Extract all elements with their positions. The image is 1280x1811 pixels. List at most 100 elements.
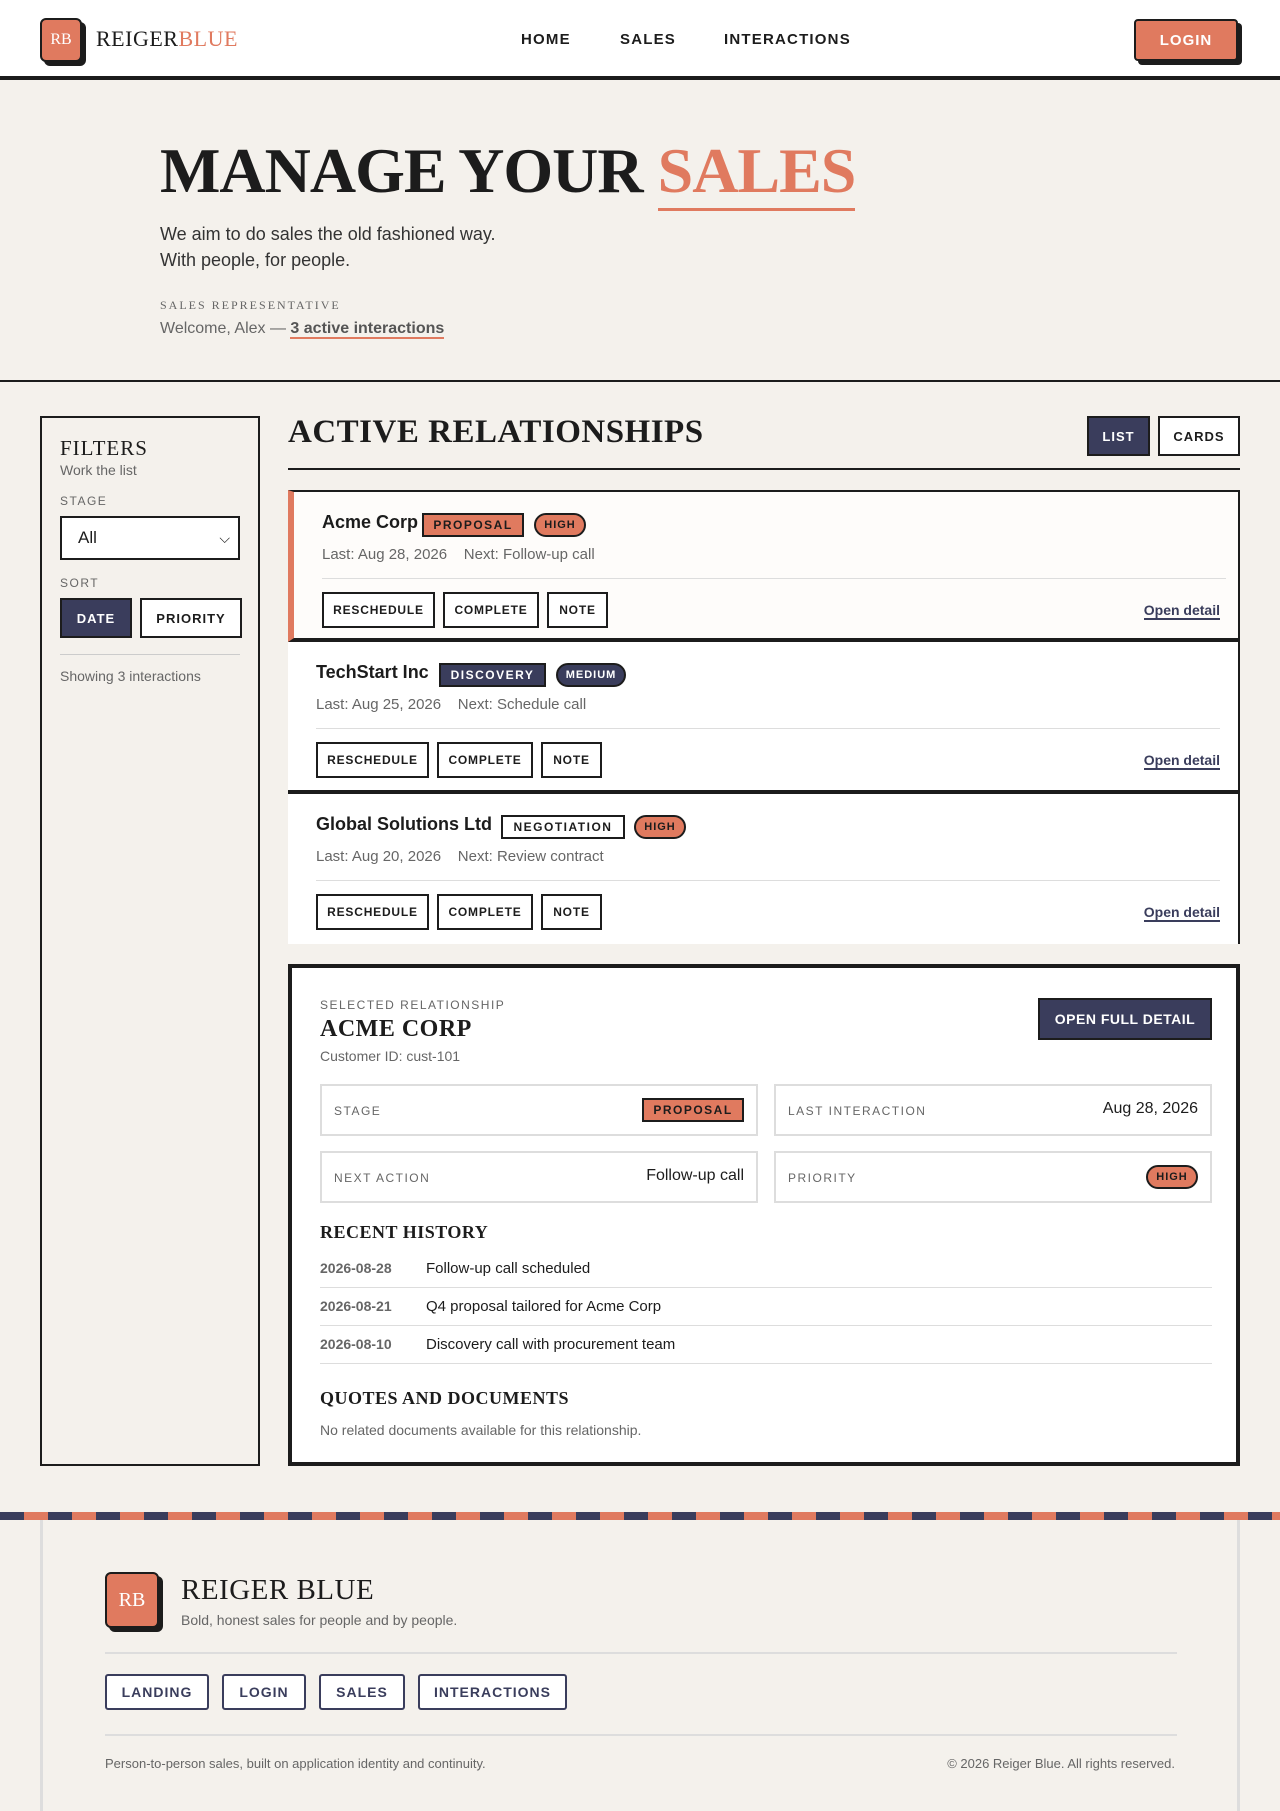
nav-interactions[interactable]: INTERACTIONS: [724, 31, 851, 48]
stage-select-value: All: [78, 528, 97, 547]
filters-divider: [60, 654, 240, 655]
priority-pill: MEDIUM: [556, 663, 626, 687]
priority-pill: HIGH: [1146, 1165, 1198, 1189]
relationship-card[interactable]: Global Solutions Ltd NEGOTIATION HIGH La…: [288, 794, 1240, 944]
history-date: 2026-08-21: [320, 1298, 392, 1314]
footer-note: Person-to-person sales, built on applica…: [105, 1756, 486, 1771]
footer-link-login[interactable]: LOGIN: [222, 1674, 306, 1710]
filters-subtitle: Work the list: [60, 462, 137, 478]
complete-button[interactable]: COMPLETE: [437, 742, 533, 778]
detail-name: ACME CORP: [320, 1016, 472, 1042]
reschedule-button[interactable]: RESCHEDULE: [316, 742, 429, 778]
history-row: 2026-08-10 Discovery call with procureme…: [320, 1326, 1212, 1364]
logo-mark-text: RB: [50, 31, 72, 48]
view-cards-button[interactable]: CARDS: [1158, 416, 1240, 456]
reschedule-button[interactable]: RESCHEDULE: [322, 592, 435, 628]
hero-title-accent: SALES: [657, 135, 856, 211]
active-interactions-link[interactable]: 3 active interactions: [290, 320, 445, 339]
stage-field: STAGE PROPOSAL: [320, 1084, 758, 1136]
open-detail-link[interactable]: Open detail: [1143, 904, 1220, 922]
relationship-card[interactable]: Acme Corp PROPOSAL HIGH Last: Aug 28, 20…: [288, 490, 1240, 642]
stage-badge: PROPOSAL: [642, 1098, 744, 1122]
footer-link-interactions[interactable]: INTERACTIONS: [418, 1674, 567, 1710]
next-action-value: Follow-up call: [646, 1167, 744, 1184]
footer: RB REIGER BLUE Bold, honest sales for pe…: [40, 1520, 1240, 1811]
priority-label: PRIORITY: [788, 1171, 857, 1185]
sort-date-button[interactable]: DATE: [60, 598, 132, 638]
history-date: 2026-08-10: [320, 1336, 392, 1352]
next-action-label: NEXT ACTION: [334, 1171, 431, 1185]
open-detail-link[interactable]: Open detail: [1143, 602, 1220, 620]
nav-sales[interactable]: SALES: [620, 31, 676, 48]
hero-title: MANAGE YOUR SALES: [160, 134, 856, 211]
detail-eyebrow: SELECTED RELATIONSHIP: [320, 998, 506, 1012]
stage-label: STAGE: [60, 494, 108, 508]
history-text: Discovery call with procurement team: [426, 1336, 676, 1353]
card-divider: [316, 728, 1220, 729]
priority-field: PRIORITY HIGH: [774, 1151, 1212, 1203]
hero-subtitle-line2: With people, for people.: [160, 250, 351, 270]
note-button[interactable]: NOTE: [547, 592, 608, 628]
nav-home[interactable]: HOME: [521, 31, 571, 48]
note-button[interactable]: NOTE: [541, 894, 602, 930]
last-interaction-label: LAST INTERACTION: [788, 1104, 927, 1118]
stage-badge: DISCOVERY: [439, 663, 546, 687]
history-row: 2026-08-21 Q4 proposal tailored for Acme…: [320, 1288, 1212, 1326]
customer-id: Customer ID: cust-101: [320, 1048, 461, 1064]
footer-logo-text: RB: [118, 1588, 146, 1611]
brand-name[interactable]: REIGERBLUE: [96, 26, 238, 52]
stage-select[interactable]: All ⌵: [60, 516, 240, 560]
open-full-detail-button[interactable]: OPEN FULL DETAIL: [1038, 998, 1212, 1040]
footer-rule: [105, 1652, 1177, 1654]
hero-subtitle-line1: We aim to do sales the old fashioned way…: [160, 224, 496, 244]
section-divider: [0, 380, 1280, 382]
stage-badge: PROPOSAL: [422, 513, 524, 537]
footer-stripe: [0, 1512, 1280, 1520]
sort-priority-button[interactable]: PRIORITY: [140, 598, 242, 638]
relationship-name: TechStart Inc: [316, 662, 429, 682]
login-button[interactable]: LOGIN: [1134, 19, 1238, 61]
complete-button[interactable]: COMPLETE: [437, 894, 533, 930]
footer-logo-mark: RB: [105, 1572, 159, 1628]
priority-pill: HIGH: [634, 815, 686, 839]
filters-title: FILTERS: [60, 436, 148, 460]
footer-tagline: Bold, honest sales for people and by peo…: [181, 1612, 458, 1628]
open-detail-link[interactable]: Open detail: [1143, 752, 1220, 770]
welcome-text: Welcome, Alex —: [160, 320, 286, 337]
relationship-name: Acme Corp: [322, 512, 419, 532]
note-button[interactable]: NOTE: [541, 742, 602, 778]
top-navbar: RB REIGERBLUE HOME SALES INTERACTIONS LO…: [0, 0, 1280, 80]
quotes-documents-title: QUOTES AND DOCUMENTS: [320, 1388, 570, 1408]
complete-button[interactable]: COMPLETE: [443, 592, 539, 628]
footer-rule: [105, 1734, 1177, 1736]
card-divider: [316, 880, 1220, 881]
next-action-field: NEXT ACTION Follow-up call: [320, 1151, 758, 1203]
brand-name-part1: REIGER: [96, 26, 179, 51]
priority-pill: HIGH: [534, 513, 586, 537]
footer-brand-name: REIGER BLUE: [181, 1574, 375, 1606]
selected-relationship-panel: SELECTED RELATIONSHIP ACME CORP Customer…: [288, 964, 1240, 1466]
brand-name-part2: BLUE: [178, 26, 238, 51]
history-text: Q4 proposal tailored for Acme Corp: [426, 1298, 662, 1315]
relationship-meta: Last: Aug 20, 2026 Next: Review contract: [316, 848, 604, 865]
footer-link-landing[interactable]: LANDING: [105, 1674, 209, 1710]
relationship-meta: Last: Aug 28, 2026 Next: Follow-up call: [322, 546, 595, 563]
title-rule: [288, 468, 1240, 470]
reschedule-button[interactable]: RESCHEDULE: [316, 894, 429, 930]
no-documents-message: No related documents available for this …: [320, 1422, 642, 1438]
relationship-card[interactable]: TechStart Inc DISCOVERY MEDIUM Last: Aug…: [288, 642, 1240, 794]
footer-link-sales[interactable]: SALES: [319, 1674, 405, 1710]
relationship-meta: Last: Aug 25, 2026 Next: Schedule call: [316, 696, 587, 713]
hero-title-main: MANAGE YOUR: [160, 135, 644, 206]
showing-count: Showing 3 interactions: [60, 668, 201, 684]
brand-logo-mark[interactable]: RB: [40, 18, 82, 62]
history-text: Follow-up call scheduled: [426, 1260, 591, 1277]
footer-copyright: © 2026 Reiger Blue. All rights reserved.: [947, 1756, 1175, 1771]
recent-history-title: RECENT HISTORY: [320, 1222, 489, 1242]
welcome-line: Welcome, Alex — 3 active interactions: [160, 320, 445, 339]
filters-panel: FILTERS Work the list STAGE All ⌵ SORT DA…: [40, 416, 260, 1466]
history-date: 2026-08-28: [320, 1260, 392, 1276]
view-list-button[interactable]: LIST: [1087, 416, 1150, 456]
last-interaction-field: LAST INTERACTION Aug 28, 2026: [774, 1084, 1212, 1136]
history-row: 2026-08-28 Follow-up call scheduled: [320, 1250, 1212, 1288]
